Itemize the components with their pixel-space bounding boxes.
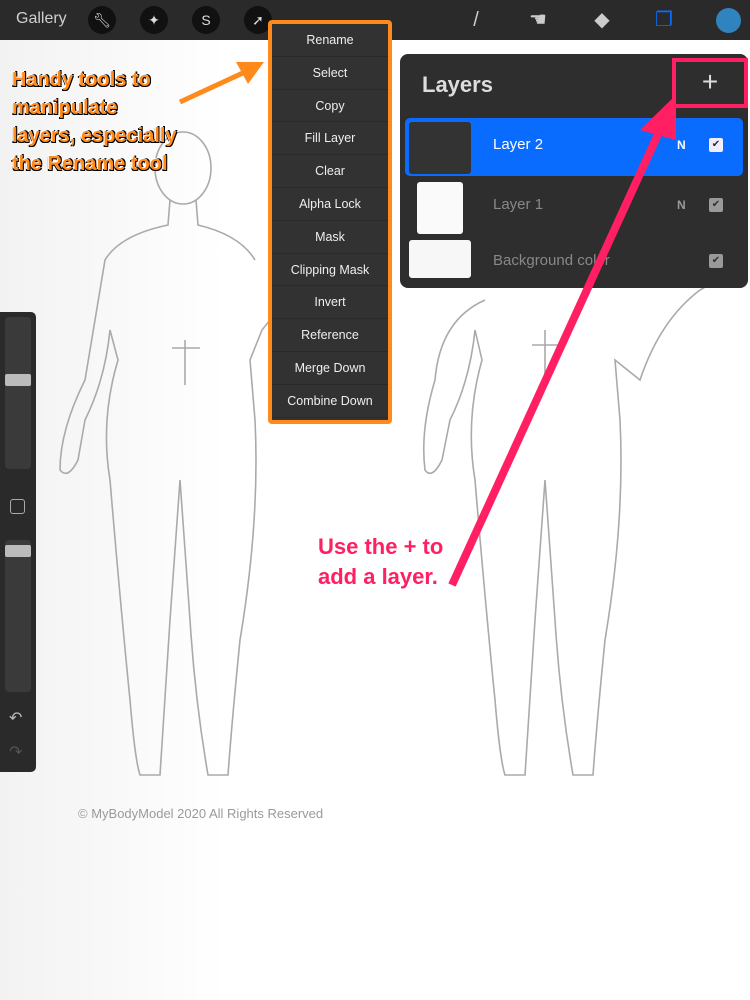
modify-button[interactable]	[10, 499, 25, 514]
menu-item-fill-layer[interactable]: Fill Layer	[272, 122, 388, 156]
opacity-slider[interactable]	[5, 540, 31, 692]
slider-handle[interactable]	[5, 545, 31, 557]
annotation-pink: Use the + to add a layer.	[318, 534, 444, 589]
layer-thumbnail	[409, 240, 471, 278]
eraser-icon[interactable]: ◆	[588, 6, 616, 34]
layers-panel: Layers + Layer 2 N ✔ Layer 1 N ✔ Backgro…	[400, 54, 748, 288]
menu-item-reference[interactable]: Reference	[272, 319, 388, 352]
menu-item-mask[interactable]: Mask	[272, 220, 388, 254]
layer-thumbnail	[409, 122, 471, 174]
back-figure	[422, 269, 711, 776]
layer-name: Layer 2	[493, 136, 544, 153]
layer-row-layer-1[interactable]: Layer 1 N ✔	[405, 178, 743, 236]
layer-row-layer-2[interactable]: Layer 2 N ✔	[405, 118, 743, 176]
menu-item-invert[interactable]: Invert	[272, 286, 388, 320]
front-figure	[59, 131, 271, 776]
layer-name: Layer 1	[493, 196, 544, 213]
layer-name: Background color	[493, 252, 610, 269]
menu-item-combine-down[interactable]: Combine Down	[272, 384, 388, 418]
menu-item-clear[interactable]: Clear	[272, 155, 388, 188]
brush-icon[interactable]: /	[462, 6, 490, 34]
layers-title: Layers	[422, 72, 493, 97]
brush-size-slider[interactable]	[5, 317, 31, 469]
copyright-text: © MyBodyModel 2020 All Rights Reserved	[78, 806, 324, 821]
color-swatch[interactable]	[716, 8, 741, 33]
layers-icon[interactable]: ❐	[650, 6, 678, 34]
blend-mode-button[interactable]: N	[677, 198, 686, 212]
gallery-button[interactable]: Gallery	[16, 10, 67, 28]
visibility-checkbox[interactable]: ✔	[709, 138, 723, 152]
visibility-checkbox[interactable]: ✔	[709, 198, 723, 212]
layer-options-menu: Rename Select Copy Fill Layer Clear Alph…	[268, 20, 392, 424]
menu-item-merge-down[interactable]: Merge Down	[272, 351, 388, 385]
blend-mode-button[interactable]: N	[677, 138, 686, 152]
magic-wand-icon[interactable]: ✦	[140, 6, 168, 34]
undo-icon[interactable]: ↶	[9, 708, 22, 728]
wrench-icon[interactable]: 🔧︎	[88, 6, 116, 34]
layer-thumbnail	[417, 182, 463, 234]
smudge-icon[interactable]: ☚	[524, 6, 552, 34]
menu-item-select[interactable]: Select	[272, 56, 388, 90]
left-sidebar: ↶ ↷	[0, 312, 36, 772]
layer-row-background-color[interactable]: Background color ✔	[405, 234, 743, 286]
annotation-orange: Handy tools to manipulate layers, especi…	[12, 69, 177, 175]
redo-icon[interactable]: ↷	[9, 742, 22, 762]
slider-handle[interactable]	[5, 374, 31, 386]
menu-item-alpha-lock[interactable]: Alpha Lock	[272, 187, 388, 221]
add-layer-highlight: +	[672, 58, 748, 108]
add-layer-button[interactable]: +	[676, 62, 744, 104]
menu-item-clipping-mask[interactable]: Clipping Mask	[272, 253, 388, 287]
visibility-checkbox[interactable]: ✔	[709, 254, 723, 268]
menu-item-rename[interactable]: Rename	[272, 24, 388, 57]
menu-item-copy[interactable]: Copy	[272, 89, 388, 123]
selection-icon[interactable]: S	[192, 6, 220, 34]
